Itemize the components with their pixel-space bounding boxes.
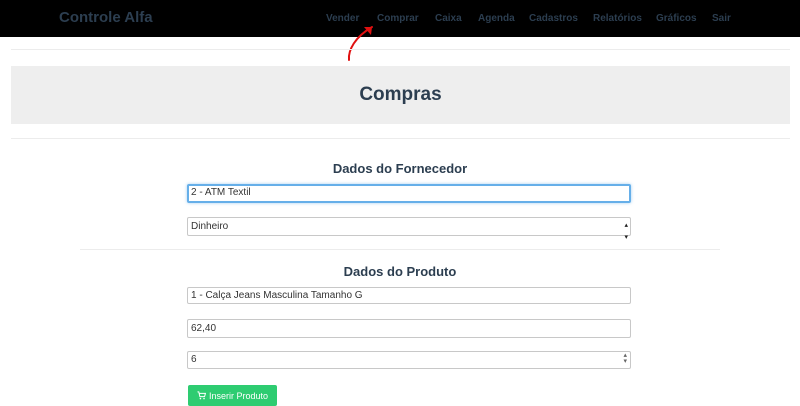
product-input[interactable]: 1 - Calça Jeans Masculina Tamanho G — [187, 287, 631, 304]
select-arrow-icon: ▴ ▾ — [624, 222, 628, 241]
quantity-input-value: 6 — [191, 354, 197, 365]
nav-item-sair[interactable]: Sair — [712, 13, 731, 24]
nav-item-agenda[interactable]: Agenda — [478, 13, 515, 24]
brand-logo[interactable]: Controle Alfa — [59, 9, 153, 26]
nav-item-caixa[interactable]: Caixa — [435, 13, 462, 24]
shopping-cart-icon — [197, 391, 206, 400]
divider — [80, 249, 720, 250]
nav-item-cadastros[interactable]: Cadastros — [529, 13, 578, 24]
stepper-arrows-icon[interactable]: ▴ ▾ — [623, 352, 627, 365]
divider — [11, 49, 790, 50]
quantity-stepper[interactable]: 6 ▴ ▾ — [187, 351, 631, 369]
payment-method-value: Dinheiro — [191, 221, 229, 232]
insert-product-label: Inserir Produto — [208, 390, 269, 401]
divider — [11, 138, 790, 139]
price-input[interactable]: 62,40 — [187, 319, 631, 338]
product-input-value: 1 - Calça Jeans Masculina Tamanho G — [191, 290, 363, 301]
payment-method-select[interactable]: Dinheiro ▴ ▾ — [187, 217, 631, 241]
nav-item-relatorios[interactable]: Relatórios — [593, 13, 642, 24]
supplier-input-value: 2 - ATM Textil — [191, 187, 251, 198]
supplier-section-title: Dados do Fornecedor — [332, 161, 468, 176]
page-header: Compras — [11, 66, 790, 124]
navbar: Controle Alfa Vender Comprar Caixa Agend… — [0, 0, 800, 37]
nav-item-graficos[interactable]: Gráficos — [656, 13, 697, 24]
red-arrow-annotation — [347, 26, 373, 61]
supplier-input[interactable]: 2 - ATM Textil — [187, 184, 631, 203]
price-input-value: 62,40 — [191, 323, 217, 334]
insert-product-button[interactable]: Inserir Produto — [188, 385, 277, 406]
page-title: Compras — [359, 84, 442, 105]
product-section-title: Dados do Produto — [343, 264, 457, 279]
